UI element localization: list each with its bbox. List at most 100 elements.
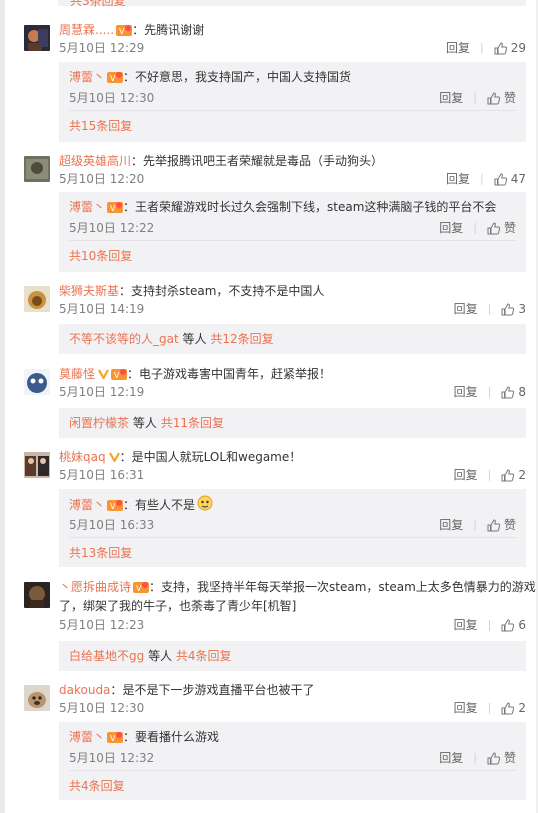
reply-button[interactable]: 回复 (454, 301, 478, 317)
reply-date: 5月10日 12:22 (69, 221, 155, 235)
like-button[interactable]: 赞 (487, 220, 516, 236)
reply-button[interactable]: 回复 (439, 517, 463, 533)
comment-username[interactable]: dakouda (59, 683, 110, 697)
reply-date: 5月10日 16:33 (69, 518, 155, 532)
comment-text: 支持，我坚持半年每天举报一次steam，steam上太多色情暴力的游戏 (161, 580, 536, 594)
like-label: 赞 (503, 751, 516, 765)
comment-date: 5月10日 12:23 (59, 618, 145, 632)
reply-button[interactable]: 回复 (439, 750, 463, 766)
reply-box: 溥蕾丶 V ：有些人不是 5月10日 16:33 回复 | 赞 共13条回复 (59, 489, 526, 567)
like-button[interactable]: 2 (501, 700, 526, 716)
comment-username[interactable]: 丶愿拆曲成诗 (59, 580, 131, 594)
thumbs-up-icon (501, 385, 515, 398)
like-button[interactable]: 赞 (487, 90, 516, 106)
reply-button[interactable]: 回复 (446, 40, 470, 56)
reply-username[interactable]: 溥蕾丶 (69, 200, 105, 214)
member-badge-icon: V (107, 730, 124, 748)
like-count: 2 (518, 701, 526, 715)
more-replies-link[interactable]: 共13条回复 (69, 545, 132, 561)
like-button[interactable]: 47 (494, 171, 526, 187)
reply-button[interactable]: 回复 (454, 384, 478, 400)
reply-summary: 白给基地不gg 等人 共4条回复 (69, 649, 232, 663)
like-button[interactable]: 3 (501, 301, 526, 317)
member-badge-icon: V (107, 70, 124, 88)
thumbs-up-icon (501, 701, 515, 714)
reply-box: 溥蕾丶 V ：王者荣耀游戏时长过久会强制下线，steam这种满脑子钱的平台不会 5月… (59, 192, 526, 272)
member-badge-icon: V (107, 498, 124, 516)
thumbs-up-icon (501, 468, 515, 481)
more-replies-link[interactable]: 共12条回复 (210, 332, 273, 346)
thumbs-up-icon (494, 41, 507, 54)
reply-box: 白给基地不gg 等人 共4条回复 (59, 641, 526, 671)
avatar[interactable] (24, 452, 50, 478)
like-label: 赞 (503, 221, 516, 235)
reply-username[interactable]: 溥蕾丶 (69, 730, 105, 744)
like-button[interactable]: 29 (494, 40, 526, 56)
emoji-icon (197, 495, 213, 516)
verified-badge-icon (98, 366, 109, 384)
more-replies-link[interactable]: 共11条回复 (161, 416, 224, 430)
reply-button[interactable]: 回复 (454, 467, 478, 483)
more-replies-link[interactable]: 共4条回复 (176, 649, 232, 663)
like-button[interactable]: 赞 (487, 517, 516, 533)
reply-button[interactable]: 回复 (439, 90, 463, 106)
reply-summary-user[interactable]: 闲置柠檬茶 (69, 416, 129, 430)
comment-username[interactable]: 柴狮夫斯基 (59, 284, 119, 298)
reply-summary-user[interactable]: 白给基地不gg (69, 649, 144, 663)
like-button[interactable]: 8 (501, 384, 526, 400)
comment-text: 先腾讯谢谢 (144, 23, 205, 37)
more-replies-link[interactable]: 共15条回复 (69, 118, 132, 134)
svg-text:V: V (110, 502, 116, 511)
like-button[interactable]: 6 (501, 617, 526, 633)
comment-date: 5月10日 14:19 (59, 302, 145, 316)
reply-summary-user[interactable]: 不等不该等的人_gat (69, 332, 179, 346)
svg-text:V: V (110, 74, 116, 83)
avatar[interactable] (24, 156, 50, 182)
like-count: 29 (510, 41, 526, 55)
comment-username[interactable]: 周慧霖..... (59, 23, 114, 37)
thumbs-up-icon (501, 302, 515, 315)
thumbs-up-icon (494, 172, 507, 185)
svg-text:V: V (114, 371, 120, 380)
thumbs-up-icon (487, 221, 500, 234)
thumbs-up-icon (487, 91, 500, 104)
comment-text: 支持封杀steam，不支持不是中国人 (131, 284, 325, 298)
avatar[interactable] (24, 369, 50, 395)
svg-text:V: V (110, 734, 116, 743)
reply-button[interactable]: 回复 (439, 220, 463, 236)
avatar[interactable] (24, 685, 50, 711)
comment-date: 5月10日 12:29 (59, 41, 145, 55)
like-label: 赞 (503, 91, 516, 105)
reply-button[interactable]: 回复 (446, 171, 470, 187)
comment-date: 5月10日 12:20 (59, 172, 145, 186)
reply-username[interactable]: 溥蕾丶 (69, 498, 105, 512)
verified-badge-icon (108, 449, 120, 467)
like-button[interactable]: 赞 (487, 750, 516, 766)
comment-date: 5月10日 16:31 (59, 468, 145, 482)
left-scroll-edge (0, 0, 5, 813)
avatar[interactable] (24, 582, 50, 608)
more-replies-link[interactable]: 共3条回复 (70, 0, 126, 9)
more-replies-link[interactable]: 共4条回复 (69, 778, 125, 794)
like-count: 47 (510, 172, 526, 186)
comment-text: 是不是下一步游戏直播平台也被干了 (122, 683, 315, 697)
svg-text:V: V (136, 584, 142, 593)
avatar[interactable] (24, 25, 50, 51)
reply-text: 王者荣耀游戏时长过久会强制下线，steam这种满脑子钱的平台不会 (135, 200, 497, 214)
comment-username[interactable]: 桃妹qaq (59, 450, 106, 464)
comment-username[interactable]: 莫藤怪 (59, 367, 95, 381)
comment-username[interactable]: 超级英雄高川 (59, 154, 131, 168)
more-replies-link[interactable]: 共10条回复 (69, 248, 132, 264)
reply-button[interactable]: 回复 (454, 700, 478, 716)
comment-date: 5月10日 12:19 (59, 385, 145, 399)
like-count: 2 (518, 468, 526, 482)
reply-button[interactable]: 回复 (454, 617, 478, 633)
reply-text: 要看播什么游戏 (135, 730, 220, 744)
avatar[interactable] (24, 286, 50, 312)
like-button[interactable]: 2 (501, 467, 526, 483)
reply-username[interactable]: 溥蕾丶 (69, 70, 105, 84)
thumbs-up-icon (487, 518, 500, 531)
reply-box: 溥蕾丶 V ：不好意思，我支持国产，中国人支持国货 5月10日 12:30 回复 | … (59, 62, 526, 142)
reply-date: 5月10日 12:30 (69, 91, 155, 105)
reply-box: 溥蕾丶 V ：要看播什么游戏 5月10日 12:32 回复 | 赞 共4条回复 (59, 722, 526, 800)
